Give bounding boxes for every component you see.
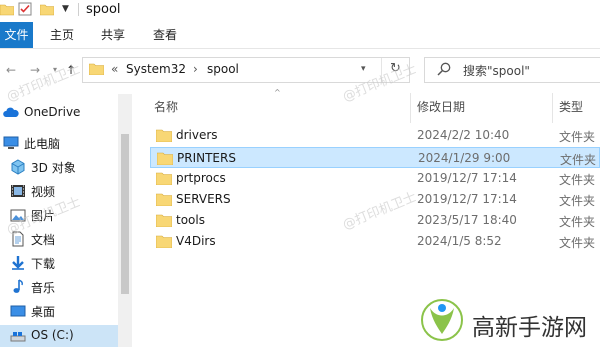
column-divider[interactable] — [410, 93, 411, 123]
3d-objects-icon — [11, 159, 25, 175]
tab-home[interactable]: 主页 — [50, 22, 74, 48]
file-type: 文件夹 — [559, 130, 596, 144]
folder-icon — [156, 214, 172, 227]
folder-icon — [157, 152, 173, 165]
sidebar-item-downloads[interactable]: 下载 — [0, 252, 118, 274]
sidebar-item-os-drive[interactable]: OS (C:) — [0, 325, 118, 347]
search-input[interactable]: 搜索"spool" — [424, 57, 600, 83]
table-row[interactable]: drivers 2024/2/2 10:40 文件夹 — [150, 125, 600, 146]
file-name: PRINTERS — [177, 151, 236, 165]
video-icon — [11, 185, 25, 197]
folder-icon — [156, 193, 172, 206]
brand-logo-icon — [421, 299, 463, 341]
file-date: 2019/12/7 17:14 — [417, 171, 517, 185]
back-arrow-icon[interactable]: ← — [6, 63, 16, 77]
title-divider — [78, 3, 79, 16]
file-name: SERVERS — [176, 192, 231, 206]
sidebar-item-label: 桌面 — [31, 305, 56, 319]
folder-icon — [156, 129, 172, 142]
sidebar-item-this-pc[interactable]: 此电脑 — [0, 132, 118, 154]
table-row[interactable]: PRINTERS 2024/1/29 9:00 文件夹 — [150, 147, 600, 168]
sidebar-item-onedrive[interactable]: OneDrive — [0, 102, 118, 124]
sidebar-scrollbar[interactable] — [118, 94, 132, 347]
sidebar-item-music[interactable]: 音乐 — [0, 276, 118, 298]
ribbon-tabs: 文件 主页 共享 查看 — [0, 22, 600, 48]
sidebar-item-label: 文档 — [31, 233, 56, 247]
search-icon — [437, 62, 451, 76]
file-date: 2024/1/5 8:52 — [417, 234, 502, 248]
window-title: spool — [86, 2, 121, 17]
file-type: 文件夹 — [560, 153, 597, 167]
file-type: 文件夹 — [559, 215, 596, 229]
tab-file[interactable]: 文件 — [0, 22, 33, 48]
file-name: V4Dirs — [176, 234, 216, 248]
breadcrumb-chevron-icon[interactable]: › — [193, 62, 198, 76]
sidebar-item-label: 此电脑 — [24, 137, 61, 151]
column-header-name[interactable]: 名称 — [154, 98, 178, 115]
folder-icon — [156, 172, 172, 185]
sort-ascending-icon: ^ — [274, 88, 281, 97]
title-bar: ▼ spool — [0, 0, 600, 22]
file-type: 文件夹 — [559, 194, 596, 208]
brand-text: 高新手游网 — [472, 315, 587, 341]
sidebar-item-label: 视频 — [31, 185, 56, 199]
sidebar-item-label: OS (C:) — [31, 328, 74, 342]
table-row[interactable]: V4Dirs 2024/1/5 8:52 文件夹 — [150, 231, 600, 252]
tab-view[interactable]: 查看 — [153, 22, 177, 48]
sidebar-item-label: 3D 对象 — [31, 161, 76, 175]
folder-icon — [89, 63, 104, 75]
search-placeholder: 搜索"spool" — [463, 64, 530, 78]
address-row: ← → ▾ ↑ « System32 › spool ▾ ↻ 搜索"spool" — [0, 48, 600, 89]
file-date: 2019/12/7 17:14 — [417, 192, 517, 206]
scrollbar-thumb[interactable] — [121, 134, 129, 294]
brand-badge: 高新手游网 — [420, 298, 600, 344]
music-icon — [13, 279, 23, 293]
folder-icon — [156, 235, 172, 248]
new-folder-icon[interactable] — [40, 2, 54, 16]
file-name: prtprocs — [176, 171, 226, 185]
breadcrumb-system32[interactable]: System32 — [126, 62, 186, 76]
file-name: drivers — [176, 128, 218, 142]
address-dropdown-icon[interactable]: ▾ — [361, 64, 366, 74]
tab-share[interactable]: 共享 — [101, 22, 125, 48]
folder-icon[interactable] — [0, 2, 14, 16]
file-date: 2024/2/2 10:40 — [417, 128, 510, 142]
file-type: 文件夹 — [559, 173, 596, 187]
breadcrumb-overflow[interactable]: « — [111, 62, 118, 76]
sidebar-item-label: OneDrive — [24, 105, 81, 119]
breadcrumb-spool[interactable]: spool — [207, 62, 239, 76]
sidebar-item-desktop[interactable]: 桌面 — [0, 300, 118, 322]
sidebar-item-label: 下载 — [31, 257, 56, 271]
properties-icon[interactable] — [18, 2, 32, 16]
desktop-icon — [10, 305, 26, 317]
sidebar-item-3d-objects[interactable]: 3D 对象 — [0, 156, 118, 178]
onedrive-icon — [3, 107, 19, 117]
column-divider[interactable] — [552, 93, 553, 123]
quick-access-dropdown-icon[interactable]: ▼ — [62, 4, 76, 18]
file-name: tools — [176, 213, 205, 227]
table-row[interactable]: prtprocs 2019/12/7 17:14 文件夹 — [150, 168, 600, 189]
column-header-type[interactable]: 类型 — [559, 98, 583, 115]
column-header-date[interactable]: 修改日期 — [417, 98, 465, 115]
drive-icon — [10, 332, 26, 342]
file-type: 文件夹 — [559, 236, 596, 250]
download-icon — [12, 256, 24, 270]
file-date: 2023/5/17 18:40 — [417, 213, 517, 227]
computer-icon — [3, 136, 19, 149]
sidebar-item-label: 音乐 — [31, 281, 56, 295]
file-date: 2024/1/29 9:00 — [418, 151, 511, 165]
